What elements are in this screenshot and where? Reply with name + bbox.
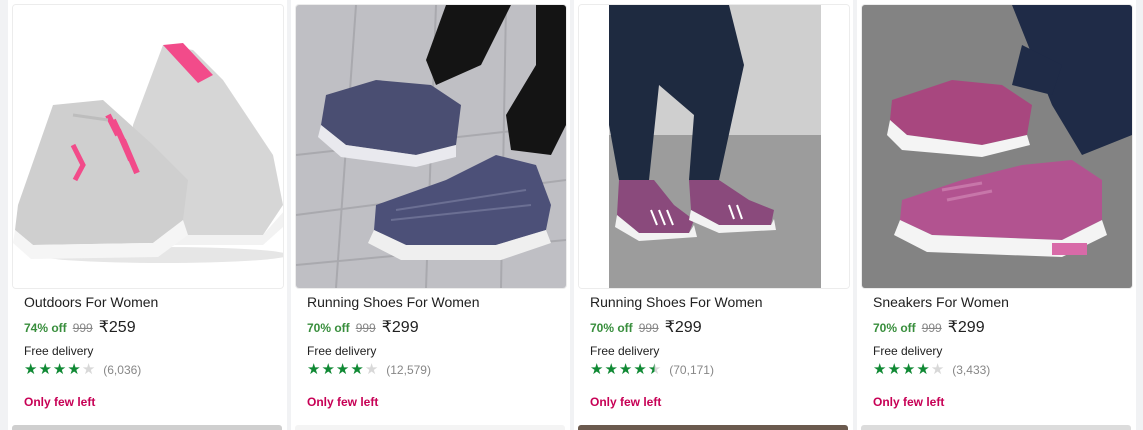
rating-count: (12,579) [386, 363, 431, 377]
delivery-label: Free delivery [24, 344, 94, 358]
next-row-image [295, 425, 565, 430]
star-icon: ★ [321, 361, 335, 378]
product-title[interactable]: Outdoors For Women [24, 294, 158, 310]
product-image[interactable] [861, 4, 1133, 289]
sale-price: ₹299 [381, 319, 419, 336]
star-icon: ★ [887, 361, 901, 378]
star-icon: ★ [901, 361, 916, 378]
star-icon: ★ [38, 361, 52, 378]
rating-row: ★ ★ ★ ★ ★ (70,171) [590, 362, 714, 378]
stock-status: Only few left [24, 395, 96, 409]
star-icon: ★ [350, 361, 364, 378]
star-icon: ★ [618, 361, 633, 378]
product-image[interactable] [295, 4, 567, 289]
next-row-image [578, 425, 848, 430]
original-price: 999 [638, 321, 659, 335]
star-icon: ★ [335, 361, 350, 378]
product-card[interactable]: Running Shoes For Women 70% off 999 ₹299… [291, 0, 570, 430]
original-price: 999 [355, 321, 376, 335]
star-icon: ★ [590, 361, 604, 378]
price-row: 70% off 999 ₹299 [307, 317, 419, 337]
star-icon: ★ [67, 361, 81, 378]
stock-status: Only few left [307, 395, 379, 409]
star-icon: ★ [364, 361, 379, 378]
star-icon: ★ [24, 361, 38, 378]
product-card[interactable]: Outdoors For Women 74% off 999 ₹259 Free… [8, 0, 287, 430]
next-row-image [12, 425, 282, 430]
star-icon: ★ [916, 361, 930, 378]
rating-row: ★ ★ ★ ★ ★ (3,433) [873, 362, 990, 378]
product-card[interactable]: Running Shoes For Women 70% off 999 ₹299… [574, 0, 853, 430]
sale-price: ₹259 [98, 319, 136, 336]
original-price: 999 [72, 321, 93, 335]
star-rating: ★ ★ ★ ★ ★ [873, 362, 944, 378]
rating-row: ★ ★ ★ ★ ★ (6,036) [24, 362, 141, 378]
star-icon: ★ [930, 361, 945, 378]
product-image[interactable] [12, 4, 284, 289]
delivery-label: Free delivery [873, 344, 943, 358]
star-icon: ★ [873, 361, 887, 378]
star-rating: ★ ★ ★ ★ ★ [590, 362, 661, 378]
rating-count: (3,433) [952, 363, 991, 377]
price-row: 70% off 999 ₹299 [590, 317, 702, 337]
stock-status: Only few left [590, 395, 662, 409]
delivery-label: Free delivery [590, 344, 660, 358]
star-rating: ★ ★ ★ ★ ★ [24, 362, 95, 378]
star-icon: ★ [604, 361, 618, 378]
delivery-label: Free delivery [307, 344, 377, 358]
stock-status: Only few left [873, 395, 945, 409]
rating-count: (6,036) [103, 363, 142, 377]
product-image[interactable] [578, 4, 850, 289]
rating-row: ★ ★ ★ ★ ★ (12,579) [307, 362, 431, 378]
discount-badge: 70% off [873, 321, 916, 335]
star-icon: ★ [307, 361, 321, 378]
product-card[interactable]: Sneakers For Women 70% off 999 ₹299 Free… [857, 0, 1136, 430]
product-title[interactable]: Running Shoes For Women [590, 294, 763, 310]
original-price: 999 [921, 321, 942, 335]
sale-price: ₹299 [947, 319, 985, 336]
price-row: 74% off 999 ₹259 [24, 317, 136, 337]
star-icon: ★ [81, 361, 96, 378]
product-title[interactable]: Running Shoes For Women [307, 294, 480, 310]
rating-count: (70,171) [669, 363, 714, 377]
star-icon: ★ [633, 361, 647, 378]
product-title[interactable]: Sneakers For Women [873, 294, 1009, 310]
star-icon: ★ [52, 361, 67, 378]
price-row: 70% off 999 ₹299 [873, 317, 985, 337]
star-icon: ★ [647, 361, 662, 378]
star-rating: ★ ★ ★ ★ ★ [307, 362, 378, 378]
discount-badge: 70% off [307, 321, 350, 335]
sale-price: ₹299 [664, 319, 702, 336]
discount-badge: 74% off [24, 321, 67, 335]
next-row-image [861, 425, 1131, 430]
discount-badge: 70% off [590, 321, 633, 335]
